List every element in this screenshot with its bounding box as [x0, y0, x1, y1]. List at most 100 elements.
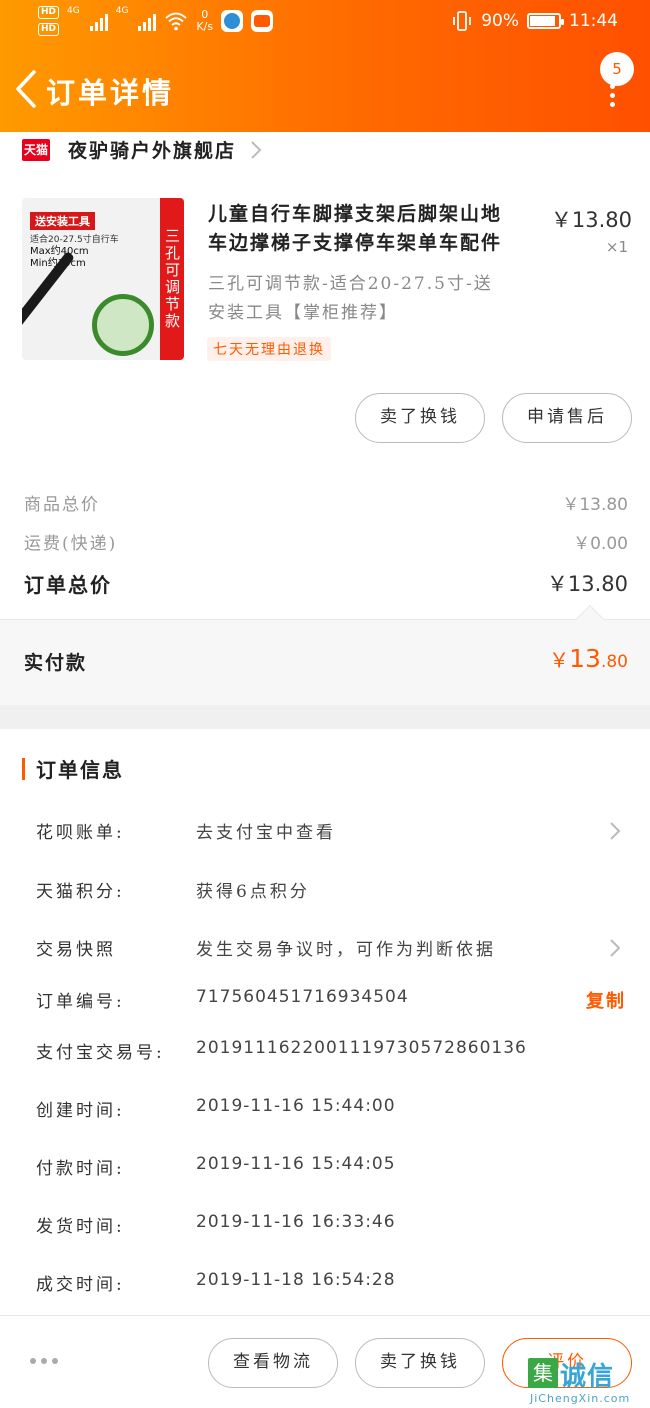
info-value: 获得6点积分: [196, 882, 310, 902]
product-image-specs: 适合20-27.5寸自行车 Max约40cm Min约35cm: [30, 234, 120, 270]
watermark-text: 诚信: [560, 1362, 615, 1392]
info-value: 2019111622001119730572860136: [196, 1038, 527, 1058]
product-sku-line: 三孔可调节款-适合20-27.5寸-送: [208, 274, 493, 294]
shopping-app-icon: [251, 10, 274, 32]
order-number-row: 订单编号: 717560451716934504 复制: [36, 987, 630, 1017]
order-info-title: 订单信息: [36, 758, 124, 782]
resell-button[interactable]: 卖了换钱: [355, 1338, 485, 1388]
order-total-row: 订单总价 ￥13.80: [24, 568, 628, 598]
amount-paid-decimal: .80: [600, 652, 628, 672]
info-value: 2019-11-16 15:44:00: [196, 1096, 396, 1116]
info-key: 付款时间:: [36, 1159, 125, 1179]
chevron-right-icon: [251, 140, 262, 159]
battery-icon: [527, 13, 564, 29]
watermark-mark: 集: [528, 1358, 558, 1388]
network-speed: 0 K/s: [196, 9, 213, 33]
product-quantity: ×1: [605, 238, 628, 256]
info-value: 717560451716934504: [196, 987, 409, 1007]
view-logistics-button[interactable]: 查看物流: [208, 1338, 338, 1388]
product-image-line: 适合20-27.5寸自行车: [30, 235, 119, 245]
battery-fill: [530, 16, 555, 26]
shop-header[interactable]: 天猫 夜驴骑户外旗舰店: [22, 136, 264, 163]
info-value: 去支付宝中查看: [196, 823, 336, 843]
product-image-line: Max约40cm: [30, 246, 89, 257]
info-key: 支付宝交易号:: [36, 1043, 165, 1063]
completed-time-row: 成交时间: 2019-11-18 16:54:28: [36, 1270, 630, 1300]
watermark-url: JiChengXin.com: [530, 1392, 631, 1405]
info-key: 成交时间:: [36, 1275, 125, 1295]
section-accent-bar: [22, 758, 25, 780]
resell-button[interactable]: 卖了换钱: [355, 393, 485, 443]
section-divider: [0, 705, 650, 729]
info-key: 天猫积分:: [36, 882, 125, 902]
header: HD HD 4G 4G 0 K/s 90% 11:44 订单详情 5: [0, 0, 650, 132]
info-value: 2019-11-16 15:44:05: [196, 1154, 396, 1174]
status-right: 90% 11:44: [451, 11, 618, 31]
product-title-line: 车边撑梯子支撑停车架单车配件: [208, 232, 503, 254]
huabei-bill-row[interactable]: 花呗账单: 去支付宝中查看: [36, 818, 630, 848]
info-key: 发货时间:: [36, 1217, 125, 1237]
info-value: 发生交易争议时，可作为判断依据: [196, 940, 496, 960]
amount-paid-value: ￥13.80: [549, 644, 628, 673]
hd-badge: HD: [38, 23, 60, 36]
info-key: 订单编号:: [36, 992, 125, 1012]
vibrate-icon: [453, 11, 472, 31]
info-key: 交易快照: [36, 940, 116, 960]
amount-paid-integer: 13: [569, 644, 601, 673]
page-title: 订单详情: [46, 76, 175, 110]
network-type: 4G: [67, 6, 80, 16]
wifi-icon: [165, 12, 188, 31]
product-image-side-label: 三孔可调节款: [160, 198, 184, 360]
chevron-right-icon: [610, 939, 621, 957]
tmall-logo: 天猫: [22, 138, 50, 161]
info-value: 2019-11-18 16:54:28: [196, 1270, 396, 1290]
copy-button[interactable]: 复制: [586, 987, 626, 1013]
after-sale-button[interactable]: 申请售后: [502, 393, 632, 443]
hd-badge: HD: [38, 6, 60, 19]
shipping-row: 运费(快递) ￥0.00: [24, 529, 628, 554]
signal-icon: [138, 11, 157, 31]
order-total-value: ￥13.80: [546, 572, 628, 596]
status-left: HD HD 4G 4G 0 K/s: [38, 6, 274, 36]
more-options-icon[interactable]: [610, 84, 616, 108]
return-policy-tag: 七天无理由退换: [207, 337, 331, 361]
info-key: 花呗账单:: [36, 823, 125, 843]
product-image-tag: 送安装工具: [30, 212, 95, 230]
clock: 11:44: [569, 11, 618, 31]
watermark-logo: 集 诚信 JiChengXin.com: [528, 1356, 646, 1408]
status-bar: HD HD 4G 4G 0 K/s 90% 11:44: [0, 0, 650, 46]
panel-caret: [575, 604, 605, 634]
product-sku-line: 安装工具【掌柜推荐】: [208, 303, 398, 323]
bottom-action-bar: 查看物流 卖了换钱 评价 集 诚信 JiChengXin.com: [0, 1315, 650, 1408]
notification-badge[interactable]: 5: [600, 52, 634, 86]
browser-app-icon: [221, 10, 244, 32]
tmall-points-row: 天猫积分: 获得6点积分: [36, 877, 630, 907]
amount-paid-currency: ￥: [549, 648, 570, 672]
chevron-right-icon: [610, 822, 621, 840]
goods-total-value: ￥13.80: [562, 495, 628, 515]
amount-paid-panel: 实付款 ￥13.80: [0, 604, 650, 705]
alipay-trade-number-row: 支付宝交易号: 2019111622001119730572860136: [36, 1038, 630, 1068]
product-image[interactable]: 送安装工具 适合20-27.5寸自行车 Max约40cm Min约35cm 三孔…: [22, 198, 184, 360]
signal-icon: [89, 11, 108, 31]
hd-indicators: HD HD: [38, 6, 60, 36]
goods-total-row: 商品总价 ￥13.80: [24, 490, 628, 515]
info-value: 2019-11-16 16:33:46: [196, 1212, 396, 1232]
back-arrow-icon[interactable]: [12, 68, 40, 110]
shipping-label: 运费(快递): [24, 534, 118, 554]
transaction-snapshot-row[interactable]: 交易快照 发生交易争议时，可作为判断依据: [36, 935, 630, 965]
shipping-value: ￥0.00: [573, 534, 628, 554]
created-time-row: 创建时间: 2019-11-16 15:44:00: [36, 1096, 630, 1126]
product-title[interactable]: 儿童自行车脚撑支架后脚架山地 车边撑梯子支撑停车架单车配件: [208, 200, 540, 258]
shop-name[interactable]: 夜驴骑户外旗舰店: [68, 136, 236, 163]
more-actions-icon[interactable]: [30, 1358, 58, 1364]
paid-time-row: 付款时间: 2019-11-16 15:44:05: [36, 1154, 630, 1184]
nav-bar: 订单详情 5: [0, 52, 650, 118]
battery-percent: 90%: [481, 11, 519, 31]
shipped-time-row: 发货时间: 2019-11-16 16:33:46: [36, 1212, 630, 1242]
info-key: 创建时间:: [36, 1101, 125, 1121]
speed-unit: K/s: [196, 20, 214, 33]
network-type: 4G: [115, 6, 129, 16]
product-image-wheel: [92, 294, 154, 356]
order-total-label: 订单总价: [24, 572, 112, 597]
